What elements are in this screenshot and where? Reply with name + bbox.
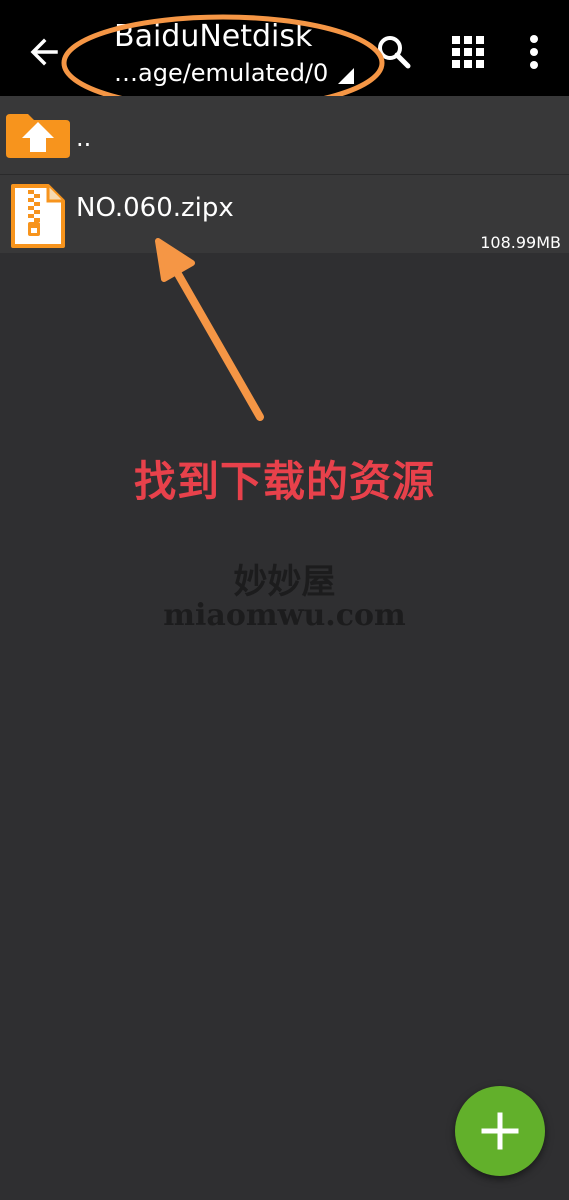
- annotation-arrow: [155, 238, 264, 421]
- plus-icon: [481, 1112, 519, 1150]
- grid-view-button[interactable]: [446, 30, 490, 74]
- top-app-bar: BaiduNetdisk …age/emulated/0: [0, 0, 569, 112]
- file-list: .. NO.060.zipx 108.99MB: [0, 96, 569, 253]
- file-name: NO.060.zipx: [76, 193, 234, 223]
- folder-up-icon: [6, 114, 70, 158]
- watermark-en: miaomwu.com: [163, 598, 406, 633]
- more-options-button[interactable]: [516, 30, 552, 74]
- grid-view-icon: [452, 36, 484, 68]
- zip-file-icon: [11, 184, 65, 248]
- watermark-cn: 妙妙屋: [233, 562, 336, 602]
- list-item-zip-file[interactable]: NO.060.zipx 108.99MB: [0, 174, 569, 253]
- list-item-parent-folder[interactable]: ..: [0, 96, 569, 174]
- file-size: 108.99MB: [480, 233, 561, 252]
- more-vertical-icon: [530, 35, 538, 69]
- add-fab-button[interactable]: [455, 1086, 545, 1176]
- parent-folder-label: ..: [76, 124, 92, 152]
- annotation-caption: 找到下载的资源: [133, 457, 435, 506]
